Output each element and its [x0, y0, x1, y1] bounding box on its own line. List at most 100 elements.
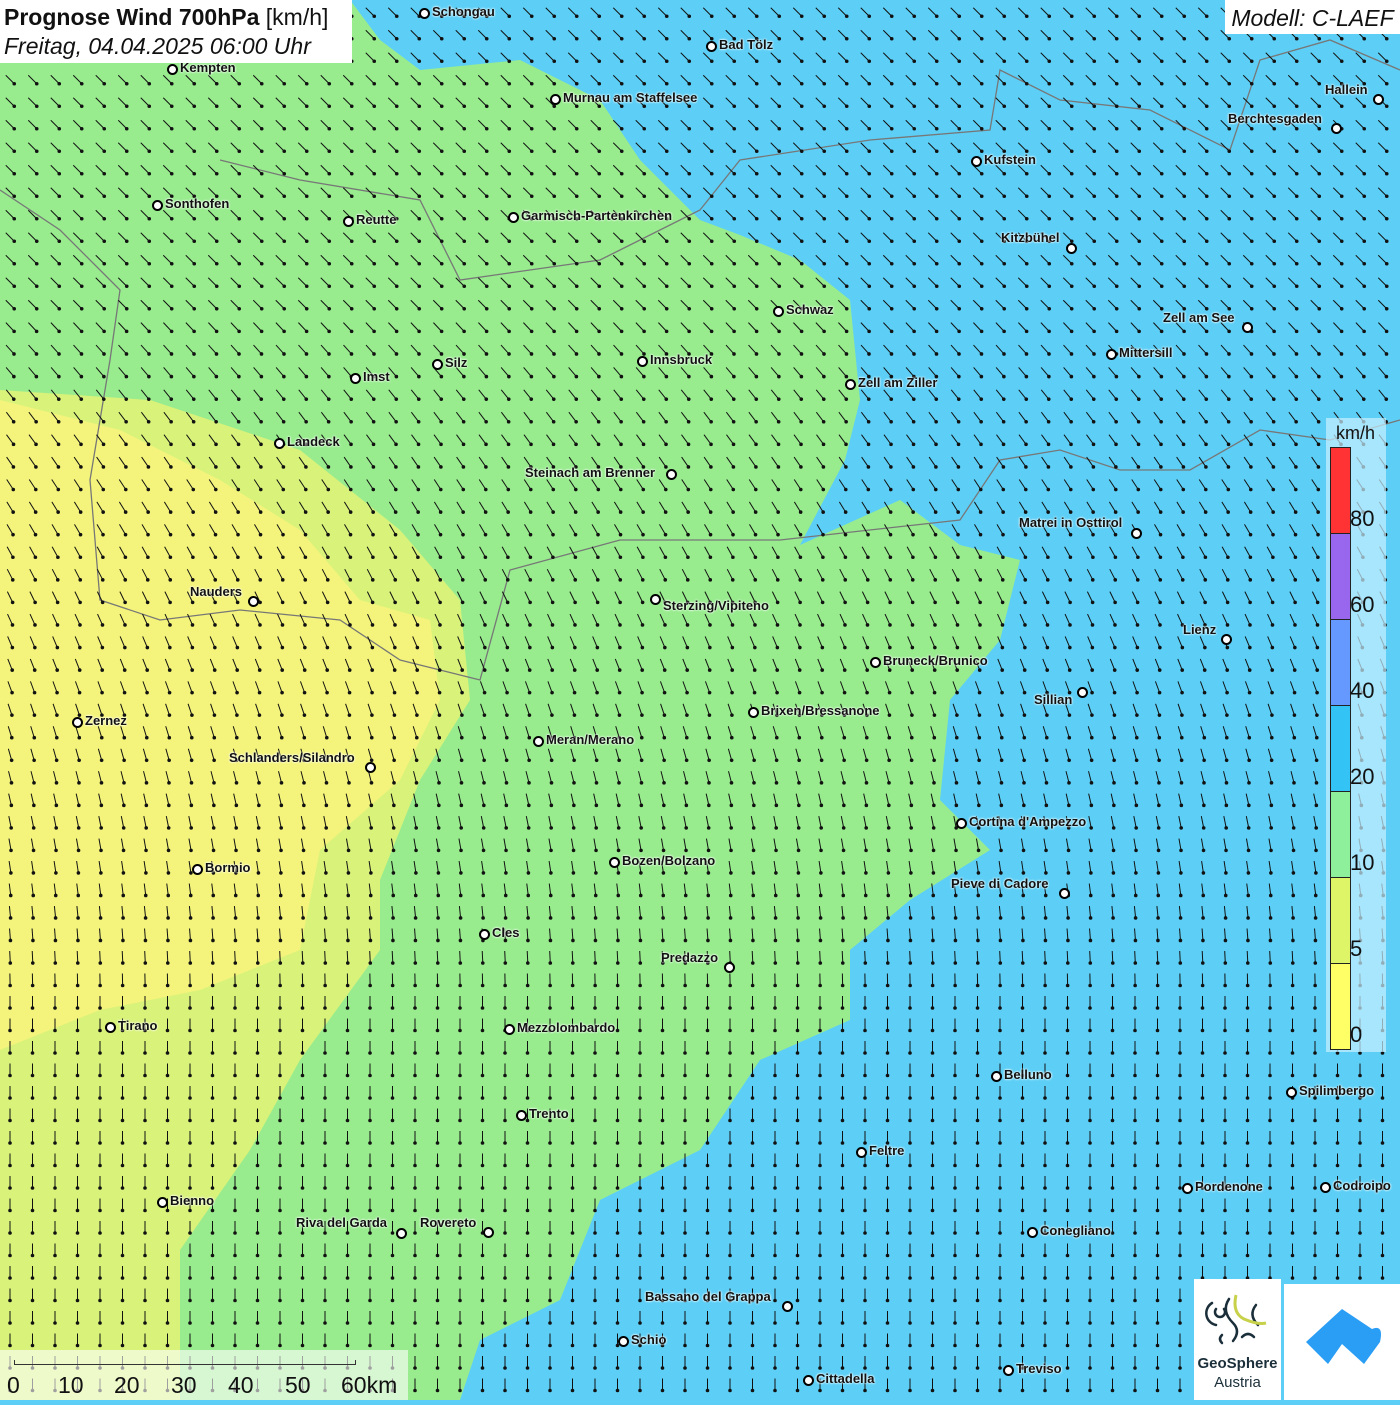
wind-arrow-head — [1179, 735, 1184, 740]
wind-arrow-head — [844, 171, 849, 176]
wind-arrow-head — [686, 532, 690, 537]
wind-arrow-head — [641, 397, 646, 401]
wind-arrow-head — [56, 510, 60, 514]
wind-arrow-head — [1270, 645, 1275, 650]
wind-arrow-head — [641, 532, 645, 537]
wind-arrow — [1153, 479, 1162, 490]
wind-arrow-head — [976, 871, 981, 875]
wind-arrow — [1355, 119, 1365, 130]
wind-arrow-head — [124, 126, 129, 131]
wind-arrow-head — [819, 758, 824, 763]
wind-arrow-head — [595, 690, 599, 695]
wind-arrow-head — [1294, 419, 1298, 424]
wind-arrow — [950, 367, 960, 377]
wind-arrow-head — [79, 419, 83, 424]
wind-arrow-head — [709, 36, 714, 41]
wind-arrow-head — [211, 848, 216, 853]
wind-arrow-head — [732, 171, 737, 176]
wind-arrow-head — [844, 329, 849, 334]
wind-arrow-head — [887, 713, 892, 717]
wind-arrow-head — [822, 329, 826, 334]
wind-arrow-head — [889, 419, 893, 424]
wind-arrow-head — [867, 36, 872, 41]
wind-arrow — [1265, 232, 1275, 242]
wind-arrow-head — [706, 871, 711, 875]
wind-arrow-head — [1023, 645, 1027, 650]
wind-arrow — [1246, 883, 1249, 896]
wind-arrow-head — [1114, 442, 1118, 447]
wind-arrow-head — [1137, 329, 1141, 334]
wind-arrow-head — [1315, 645, 1320, 650]
wind-arrow-head — [663, 510, 668, 514]
wind-arrow-head — [754, 284, 759, 289]
wind-arrow — [1199, 636, 1206, 648]
wind-arrow — [1220, 74, 1230, 85]
wind-arrow-head — [597, 36, 602, 41]
wind-arrow-head — [327, 306, 332, 311]
wind-arrow-head — [12, 81, 17, 86]
wind-arrow-head — [1270, 578, 1275, 582]
wind-arrow-head — [979, 36, 984, 41]
wind-arrow-head — [596, 442, 601, 447]
wind-arrow-head — [484, 306, 489, 311]
wind-arrow — [1130, 7, 1140, 17]
wind-arrow-head — [572, 803, 576, 808]
wind-arrow-head — [504, 848, 508, 853]
wind-arrow-head — [192, 306, 197, 311]
wind-arrow-head — [819, 781, 824, 785]
wind-arrow — [1176, 479, 1184, 490]
wind-arrow-head — [484, 397, 489, 401]
wind-arrow-head — [932, 668, 937, 672]
wind-arrow-head — [1270, 713, 1274, 717]
wind-arrow-head — [1384, 352, 1389, 356]
wind-arrow-head — [889, 171, 894, 176]
wind-arrow-head — [1247, 781, 1251, 785]
wind-arrow-head — [79, 104, 84, 109]
wind-arrow-head — [77, 735, 82, 740]
wind-arrow-head — [1001, 419, 1006, 424]
wind-arrow-head — [146, 555, 150, 560]
wind-arrow — [1062, 52, 1073, 62]
wind-arrow-head — [369, 803, 374, 808]
wind-arrow-head — [482, 735, 487, 740]
wind-arrow-head — [752, 781, 756, 785]
wind-arrow — [1130, 142, 1140, 152]
wind-arrow — [1197, 52, 1208, 62]
wind-arrow-head — [1226, 487, 1231, 492]
wind-arrow-head — [368, 893, 373, 898]
wind-arrow-head — [1000, 600, 1005, 605]
wind-arrow-head — [1024, 306, 1029, 311]
wind-arrow — [1152, 164, 1163, 175]
wind-arrow-head — [529, 194, 534, 199]
wind-arrow-head — [257, 713, 262, 717]
wind-arrow — [432, 29, 443, 40]
wind-arrow — [1243, 479, 1252, 490]
wind-arrow-head — [370, 690, 374, 695]
wind-arrow — [1178, 771, 1182, 783]
wind-arrow-head — [934, 216, 939, 221]
wind-arrow-head — [841, 871, 846, 875]
wind-arrow-head — [1044, 871, 1048, 875]
wind-arrow-head — [729, 848, 733, 853]
wind-arrow — [1085, 277, 1095, 287]
wind-arrow-head — [504, 758, 509, 763]
wind-arrow-head — [1067, 735, 1072, 740]
wind-arrow-head — [617, 668, 622, 672]
wind-arrow-head — [213, 578, 218, 582]
wind-arrow-head — [393, 645, 397, 650]
wind-arrow-head — [709, 81, 714, 86]
wind-arrow-head — [436, 848, 441, 853]
wind-arrow-head — [731, 532, 735, 537]
wind-arrow-head — [775, 600, 780, 605]
wind-arrow — [1242, 299, 1253, 310]
wind-arrow-head — [302, 803, 306, 808]
wind-arrow-head — [1112, 713, 1117, 717]
wind-arrow-head — [956, 419, 961, 424]
wind-arrow — [1355, 299, 1365, 310]
wind-arrow-head — [663, 645, 667, 650]
wind-arrow-head — [167, 758, 171, 763]
wind-arrow — [1197, 299, 1208, 310]
wind-arrow-head — [167, 668, 172, 672]
wind-arrow-head — [1046, 487, 1051, 492]
wind-arrow-head — [1224, 781, 1229, 785]
